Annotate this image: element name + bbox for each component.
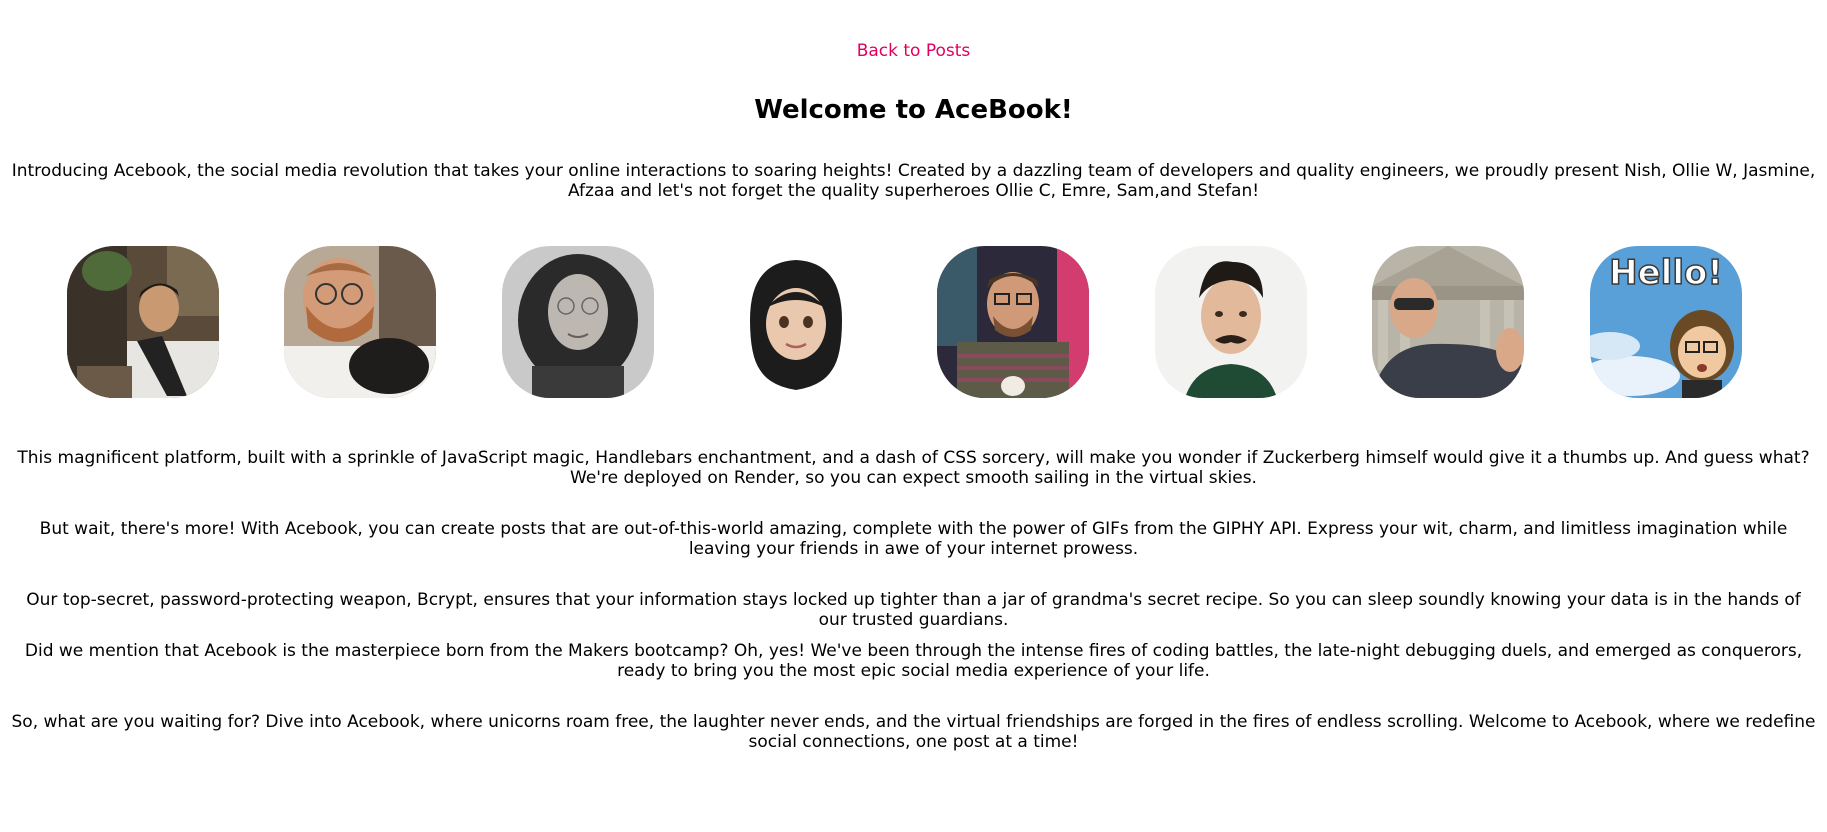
- hello-sign-text: Hello!: [1609, 253, 1723, 293]
- team-member-hello-avatar: Hello!: [1590, 246, 1742, 398]
- team-avatar-row: Hello!: [0, 246, 1827, 398]
- team-member-photo: [937, 246, 1089, 398]
- back-to-posts-label[interactable]: Back to Posts: [857, 41, 971, 61]
- body-paragraph: Did we mention that Acebook is the maste…: [24, 641, 1803, 681]
- team-member-photo: [67, 246, 219, 398]
- body-paragraph: So, what are you waiting for? Dive into …: [11, 712, 1816, 752]
- team-member-photo: [1155, 246, 1307, 398]
- body-paragraph: But wait, there's more! With Acebook, yo…: [39, 519, 1788, 559]
- body-paragraph: Our top-secret, password-protecting weap…: [26, 590, 1801, 630]
- team-member-photo: [284, 246, 436, 398]
- about-page: Back to Posts Welcome to AceBook! Introd…: [0, 0, 1827, 832]
- team-member-photo: [1372, 246, 1524, 398]
- page-title: Welcome to AceBook!: [754, 95, 1073, 125]
- back-to-posts-link[interactable]: Back to Posts: [0, 41, 1827, 61]
- team-member-memoji: [720, 246, 872, 398]
- body-paragraph: This magnificent platform, built with a …: [17, 448, 1810, 488]
- intro-paragraph: Introducing Acebook, the social media re…: [11, 161, 1816, 201]
- team-member-photo: [502, 246, 654, 398]
